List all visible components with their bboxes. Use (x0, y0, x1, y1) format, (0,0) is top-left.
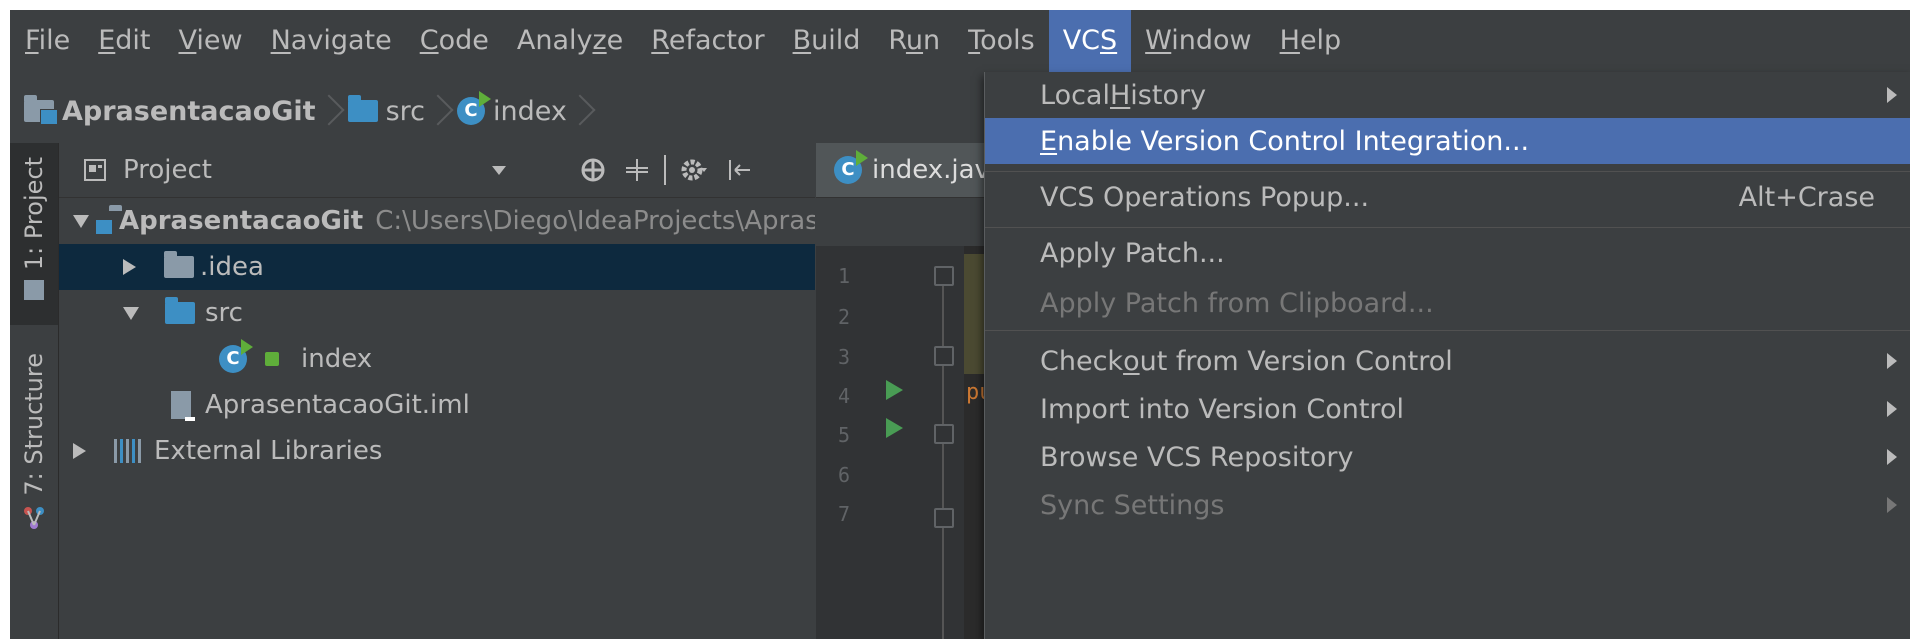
tree-row-root[interactable]: AprasentacaoGit C:\Users\Diego\IdeaProje… (59, 198, 815, 244)
expand-arrow-icon[interactable] (73, 214, 89, 228)
menu-refactor[interactable]: Refactor (637, 10, 778, 72)
structure-icon (24, 506, 44, 529)
run-gutter-icon[interactable] (886, 380, 903, 400)
menu-separator (985, 330, 1910, 331)
java-class-icon: C (457, 91, 492, 125)
menu-navigate[interactable]: Navigate (257, 10, 406, 72)
tree-row-idea[interactable]: .idea (59, 244, 815, 290)
menu-view[interactable]: View (165, 10, 257, 72)
structure-tool-button[interactable]: 7: Structure (10, 343, 58, 639)
line-number: 3 (838, 345, 851, 369)
breadcrumb-separator-icon (320, 91, 334, 131)
menu-edit[interactable]: Edit (84, 10, 164, 72)
project-tool-icon (24, 280, 44, 301)
menu-separator (985, 227, 1910, 228)
project-tree: AprasentacaoGit C:\Users\Diego\IdeaProje… (59, 198, 815, 639)
project-panel-header: Project (59, 143, 815, 198)
left-tool-stripe: 1: Project 7: Structure (10, 143, 59, 639)
project-view-icon (84, 159, 106, 181)
menu-item-browse-repository[interactable]: Browse VCS Repository (985, 434, 1910, 480)
menu-analyze[interactable]: Analyze (503, 10, 637, 72)
breadcrumb-separator-icon (571, 91, 585, 131)
line-number: 1 (838, 264, 851, 288)
submenu-arrow-icon (1887, 353, 1897, 369)
java-class-icon: C (834, 150, 868, 184)
menu-item-enable-vcs-integration[interactable]: Enable Version Control Integration... (985, 118, 1910, 164)
iml-file-icon (171, 391, 195, 421)
editor-gutter: 1 2 3 4 5 6 7 (816, 246, 964, 639)
menu-item-sync-settings: Sync Settings (985, 482, 1910, 528)
menu-run[interactable]: Run (874, 10, 954, 72)
submenu-arrow-icon (1887, 87, 1897, 103)
line-number: 4 (838, 384, 851, 408)
menu-tools[interactable]: Tools (954, 10, 1049, 72)
menu-item-apply-patch-clipboard: Apply Patch from Clipboard... (1040, 287, 1434, 319)
fold-guide (942, 266, 944, 639)
menu-item-import[interactable]: Import into Version Control (985, 386, 1910, 432)
line-number: 6 (838, 463, 851, 487)
collapse-arrow-icon[interactable] (123, 259, 136, 275)
header-divider (663, 155, 666, 185)
line-number: 7 (838, 502, 851, 526)
tree-row-iml[interactable]: AprasentacaoGit.iml (59, 382, 815, 428)
folder-icon (164, 251, 194, 278)
tree-row-external-libraries[interactable]: External Libraries (59, 428, 815, 474)
libraries-icon (114, 439, 141, 463)
project-panel-title[interactable]: Project (123, 155, 212, 185)
menu-item-vcs-operations-popup[interactable]: VCS Operations Popup... Alt+Crase (985, 174, 1910, 220)
breadcrumb-index[interactable]: C index (443, 82, 567, 140)
menu-item-apply-patch[interactable]: Apply Patch... (985, 230, 1910, 276)
source-folder-icon (165, 297, 195, 324)
fold-icon[interactable] (934, 424, 954, 444)
project-folder-icon (24, 95, 58, 125)
fold-icon[interactable] (934, 346, 954, 366)
shortcut-label: Alt+Crase (1738, 181, 1875, 213)
source-folder-icon (347, 95, 378, 122)
hide-panel-icon[interactable] (726, 157, 752, 183)
menu-file[interactable]: File (10, 10, 84, 72)
menu-item-local-history[interactable]: Local History (985, 72, 1910, 118)
vcs-dropdown-menu: Local History Enable Version Control Int… (984, 72, 1910, 639)
package-access-icon (265, 352, 279, 366)
expand-arrow-icon[interactable] (123, 306, 139, 320)
submenu-arrow-icon (1887, 449, 1897, 465)
tree-row-src[interactable]: src (59, 290, 815, 336)
project-tool-button[interactable]: 1: Project (10, 143, 58, 325)
java-class-icon: C (219, 339, 253, 373)
locate-icon[interactable] (580, 157, 606, 183)
fold-icon[interactable] (934, 266, 954, 286)
breadcrumb-separator-icon (429, 91, 443, 131)
collapse-all-icon[interactable] (624, 157, 650, 183)
menu-item-checkout[interactable]: Check o ut from Version Control (985, 338, 1910, 384)
menu-code[interactable]: Code (406, 10, 503, 72)
run-gutter-icon[interactable] (886, 418, 903, 438)
menu-separator (985, 171, 1910, 172)
tree-row-index[interactable]: C index (59, 336, 815, 382)
menu-bar: File Edit View Navigate Code Analyze Ref… (10, 10, 1910, 72)
view-dropdown-icon[interactable] (491, 165, 506, 175)
menu-vcs[interactable]: VCS (1048, 10, 1132, 72)
line-number: 2 (838, 305, 851, 329)
gear-icon[interactable] (680, 156, 708, 184)
breadcrumb-src[interactable]: src (334, 82, 425, 140)
collapse-arrow-icon[interactable] (73, 443, 86, 459)
menu-build[interactable]: Build (779, 10, 875, 72)
ide-window: File Edit View Navigate Code Analyze Ref… (10, 10, 1910, 639)
submenu-arrow-icon (1887, 497, 1897, 513)
menu-help[interactable]: Help (1266, 10, 1356, 72)
breadcrumb-project[interactable]: AprasentacaoGit (10, 82, 316, 140)
menu-window[interactable]: Window (1131, 10, 1265, 72)
submenu-arrow-icon (1887, 401, 1897, 417)
fold-icon[interactable] (934, 508, 954, 528)
line-number: 5 (838, 423, 851, 447)
